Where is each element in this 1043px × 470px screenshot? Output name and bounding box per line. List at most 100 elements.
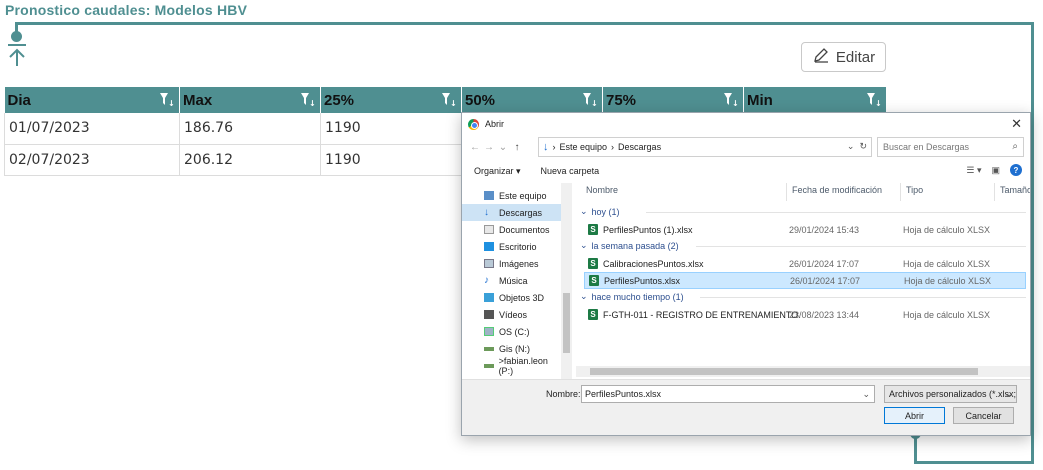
download-icon: ↓ <box>484 207 489 218</box>
table-cell: 01/07/2023 <box>4 113 180 145</box>
search-icon: ⌕ <box>1012 141 1018 152</box>
column-date-header[interactable]: Fecha de modificación <box>792 185 882 195</box>
address-bar[interactable]: ↓ › Este equipo › Descargas ⌄ ↻ <box>538 137 872 157</box>
nav-item-documentos[interactable]: Documentos <box>462 221 562 238</box>
back-arrow-icon[interactable]: ← <box>468 142 482 153</box>
desktop-icon <box>484 242 494 251</box>
file-row[interactable]: S PerfilesPuntos (1).xlsx 29/01/2024 15:… <box>584 221 1026 238</box>
nav-item-videos[interactable]: Vídeos <box>462 306 562 323</box>
preview-pane-icon[interactable]: ▣ <box>991 165 1000 176</box>
nav-item-escritorio[interactable]: Escritorio <box>462 238 562 255</box>
table-cell: 206.12 <box>179 144 321 176</box>
group-divider <box>696 246 1026 247</box>
upload-icon[interactable] <box>6 42 28 68</box>
refresh-icon[interactable]: ⌄ ↻ <box>847 141 867 152</box>
navigation-pane: Este equipo ↓ Descargas Documentos Escrit… <box>462 183 572 379</box>
group-header-hoy[interactable]: ⌄ hoy (1) <box>580 206 620 217</box>
chevron-down-icon: ⌄ <box>580 206 588 216</box>
column-header-max[interactable]: Max ↓ <box>179 87 321 113</box>
edit-button[interactable]: Editar <box>801 42 886 72</box>
network-drive-icon <box>484 346 494 351</box>
column-header-75[interactable]: 75% ↓ <box>602 87 744 113</box>
help-icon[interactable]: ? <box>1010 164 1022 176</box>
video-icon <box>484 310 494 319</box>
column-header-dia[interactable]: Dia ↓ <box>4 87 180 113</box>
breadcrumb-separator: › <box>552 142 556 152</box>
nav-item-fabian-leon-p[interactable]: >fabian.leon (P:) <box>462 356 562 376</box>
group-divider <box>646 212 1026 213</box>
svg-text:↓: ↓ <box>591 99 598 108</box>
breadcrumb-este-equipo[interactable]: Este equipo <box>560 142 608 152</box>
group-header-semana-pasada[interactable]: ⌄ la semana pasada (2) <box>580 240 679 251</box>
nav-item-musica[interactable]: ♪ Música <box>462 272 562 289</box>
chrome-icon <box>468 118 479 130</box>
nav-item-gis-n[interactable]: Gis (N:) <box>462 340 562 357</box>
pencil-icon <box>812 46 830 68</box>
view-options-icon[interactable]: ☰ ▾ <box>966 165 981 176</box>
nav-item-imagenes[interactable]: Imágenes <box>462 255 562 272</box>
document-icon <box>484 225 494 234</box>
close-icon[interactable]: ✕ <box>1011 116 1022 132</box>
new-folder-button[interactable]: Nueva carpeta <box>541 166 600 176</box>
filter-icon[interactable]: ↓ <box>159 91 175 109</box>
open-button[interactable]: Abrir <box>884 407 945 424</box>
nav-scrollbar-thumb[interactable] <box>563 293 570 353</box>
chevron-down-icon: ⌄ <box>1004 389 1012 399</box>
filter-icon[interactable]: ↓ <box>300 91 316 109</box>
organize-button[interactable]: Organizar ▾ <box>474 166 521 177</box>
file-name-input[interactable]: PerfilesPuntos.xlsx ⌄ <box>581 385 875 403</box>
filter-icon[interactable]: ↓ <box>582 91 598 109</box>
svg-text:↓: ↓ <box>732 99 739 108</box>
table-cell: 1190 <box>320 113 462 145</box>
excel-file-icon: S <box>588 258 598 269</box>
up-arrow-icon[interactable]: ↑ <box>510 142 524 153</box>
nav-item-este-equipo[interactable]: Este equipo <box>462 187 562 204</box>
dialog-titlebar: Abrir ✕ <box>462 113 1030 135</box>
frame-dot-top <box>11 31 22 42</box>
column-name-header[interactable]: Nombre <box>586 185 618 195</box>
frame-line-right <box>1031 22 1034 464</box>
filter-icon[interactable]: ↓ <box>723 91 739 109</box>
horizontal-scrollbar[interactable] <box>576 366 1030 377</box>
column-separator <box>900 183 901 201</box>
dialog-title: Abrir <box>485 119 505 129</box>
nav-item-descargas[interactable]: ↓ Descargas <box>462 204 562 221</box>
column-separator <box>994 183 995 201</box>
cube-icon <box>484 293 494 302</box>
music-icon: ♪ <box>484 275 489 286</box>
group-header-hace-mucho-tiempo[interactable]: ⌄ hace mucho tiempo (1) <box>580 291 684 302</box>
forward-arrow-icon[interactable]: → <box>482 142 496 153</box>
filter-icon[interactable]: ↓ <box>866 91 882 109</box>
file-name-label: Nombre: <box>546 389 581 399</box>
column-header-50[interactable]: 50% ↓ <box>461 87 603 113</box>
dialog-toolbar: Organizar ▾ Nueva carpeta ☰ ▾ ▣ ? <box>462 162 1030 180</box>
chevron-down-icon: ⌄ <box>580 291 588 301</box>
network-drive-icon <box>484 363 494 368</box>
chevron-down-icon[interactable]: ⌄ <box>862 386 870 402</box>
file-type-select[interactable]: Archivos personalizados (*.xlsx; ⌄ <box>884 385 1017 403</box>
column-type-header[interactable]: Tipo <box>906 185 923 195</box>
filter-icon[interactable]: ↓ <box>441 91 457 109</box>
breadcrumb-descargas[interactable]: Descargas <box>618 142 661 152</box>
search-input[interactable]: Buscar en Descargas ⌕ <box>877 137 1024 157</box>
nav-item-os-c[interactable]: OS (C:) <box>462 323 562 340</box>
column-header-min[interactable]: Min ↓ <box>743 87 887 113</box>
chevron-down-icon: ⌄ <box>580 240 588 250</box>
column-header-25[interactable]: 25% ↓ <box>320 87 462 113</box>
cancel-button[interactable]: Cancelar <box>953 407 1014 424</box>
frame-line-top <box>16 22 1034 25</box>
horizontal-scrollbar-thumb[interactable] <box>590 368 978 375</box>
file-row-selected[interactable]: S PerfilesPuntos.xlsx 26/01/2024 17:07 H… <box>584 272 1026 289</box>
svg-text:↓: ↓ <box>168 99 175 108</box>
file-row[interactable]: S CalibracionesPuntos.xlsx 26/01/2024 17… <box>584 255 1026 272</box>
recent-chevron-icon[interactable]: ⌄ <box>496 142 510 153</box>
nav-item-objetos-3d[interactable]: Objetos 3D <box>462 289 562 306</box>
edit-button-label: Editar <box>835 48 876 66</box>
svg-text:↓: ↓ <box>450 99 457 108</box>
file-row[interactable]: S F-GTH-011 - REGISTRO DE ENTRENAMIENTO.… <box>584 306 1026 323</box>
nav-scrollbar[interactable] <box>561 183 572 379</box>
column-size-header[interactable]: Tamaño <box>1000 185 1030 195</box>
address-row: ← → ⌄ ↑ ↓ › Este equipo › Descargas ⌄ ↻ … <box>462 137 1030 157</box>
svg-text:↓: ↓ <box>875 99 882 108</box>
pictures-icon <box>484 259 494 268</box>
